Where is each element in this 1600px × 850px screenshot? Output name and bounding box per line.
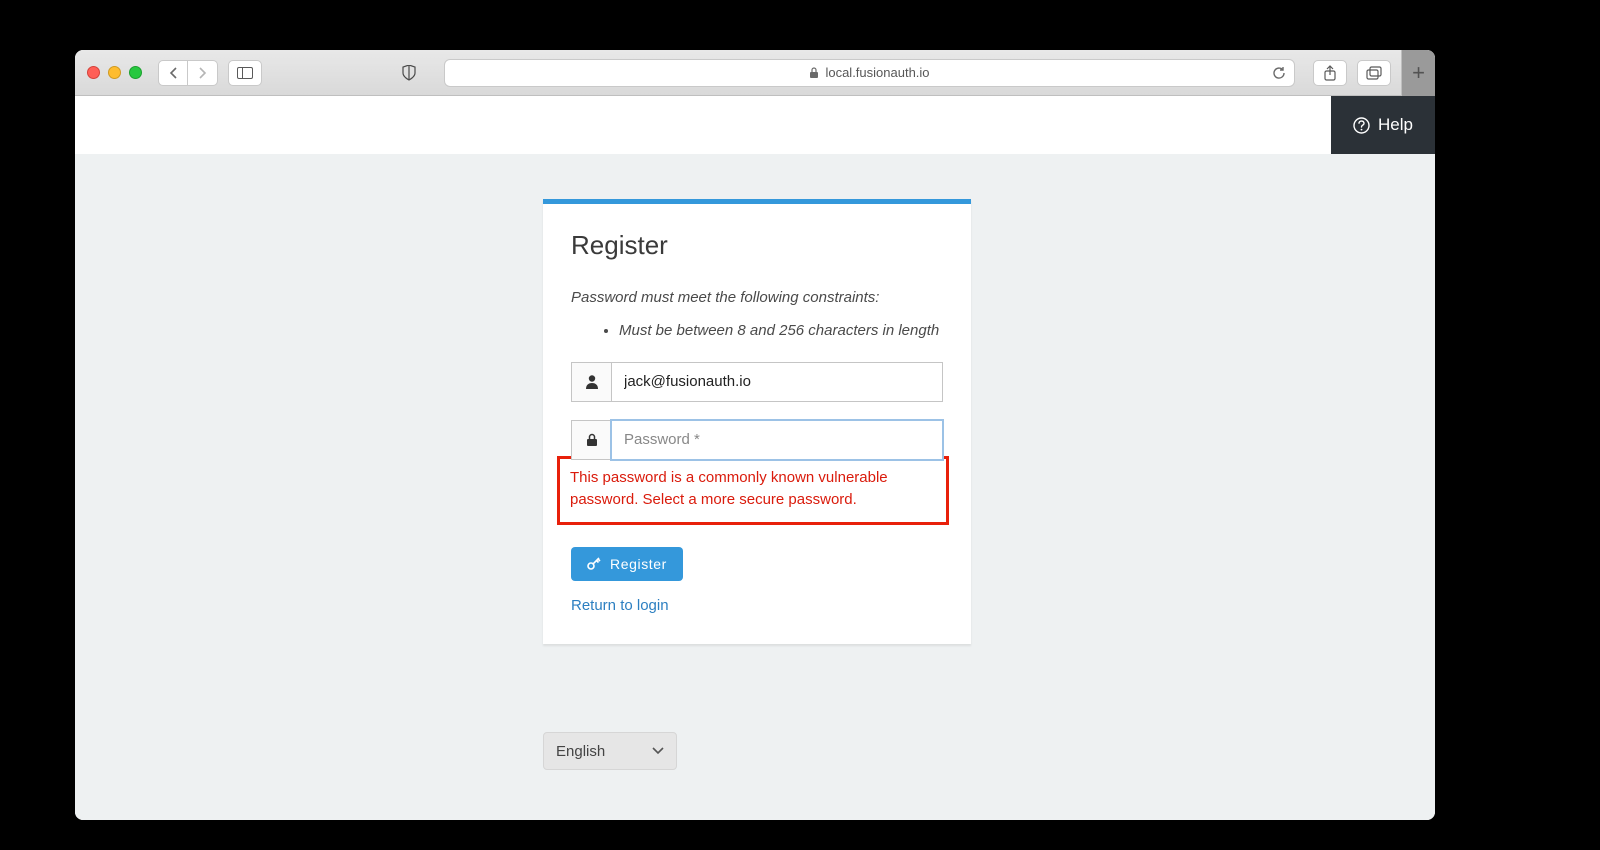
- register-button-label: Register: [610, 556, 667, 572]
- tabs-icon: [1366, 66, 1382, 80]
- password-constraint-item: Must be between 8 and 256 characters in …: [619, 320, 943, 342]
- reload-button[interactable]: [1272, 66, 1286, 80]
- url-text: local.fusionauth.io: [825, 65, 929, 80]
- key-icon: [587, 557, 602, 571]
- browser-window: local.fusionauth.io + Help Register Pas: [75, 50, 1435, 820]
- register-card: Register Password must meet the followin…: [543, 199, 971, 644]
- privacy-shield-button[interactable]: [392, 60, 426, 86]
- new-tab-button[interactable]: +: [1401, 50, 1435, 96]
- email-input-group: [571, 362, 943, 402]
- window-controls: [87, 66, 142, 79]
- help-label: Help: [1378, 115, 1413, 135]
- shield-icon: [402, 65, 416, 81]
- help-icon: [1353, 117, 1370, 134]
- page-content: Help Register Password must meet the fol…: [75, 96, 1435, 820]
- toolbar-right: +: [1313, 50, 1423, 96]
- register-button[interactable]: Register: [571, 547, 683, 581]
- password-constraints-lead: Password must meet the following constra…: [571, 289, 943, 306]
- page-title: Register: [571, 230, 943, 261]
- password-input-group: [571, 420, 943, 460]
- return-to-login-link[interactable]: Return to login: [571, 597, 943, 614]
- sidebar-icon: [237, 67, 253, 79]
- help-button[interactable]: Help: [1331, 96, 1435, 154]
- language-selected-label: English: [556, 743, 605, 760]
- password-error-message: This password is a commonly known vulner…: [557, 456, 949, 526]
- fullscreen-window-button[interactable]: [129, 66, 142, 79]
- reload-icon: [1272, 66, 1286, 80]
- share-button[interactable]: [1313, 60, 1347, 86]
- email-field[interactable]: [611, 362, 943, 402]
- tabs-button[interactable]: [1357, 60, 1391, 86]
- url-bar[interactable]: local.fusionauth.io: [444, 59, 1295, 87]
- share-icon: [1323, 65, 1337, 81]
- plus-icon: +: [1412, 60, 1425, 86]
- nav-buttons: [158, 60, 218, 86]
- minimize-window-button[interactable]: [108, 66, 121, 79]
- email-addon: [571, 362, 611, 402]
- password-addon: [571, 420, 611, 460]
- language-selector[interactable]: English: [543, 732, 677, 770]
- forward-button[interactable]: [188, 60, 218, 86]
- chevron-right-icon: [198, 67, 207, 79]
- user-icon: [585, 374, 599, 389]
- password-constraints-list: Must be between 8 and 256 characters in …: [571, 320, 943, 342]
- sidebar-toggle-button[interactable]: [228, 60, 262, 86]
- lock-icon: [809, 67, 819, 79]
- password-field[interactable]: [611, 420, 943, 460]
- chevron-left-icon: [169, 67, 178, 79]
- back-button[interactable]: [158, 60, 188, 86]
- lock-icon: [586, 433, 598, 447]
- close-window-button[interactable]: [87, 66, 100, 79]
- browser-toolbar: local.fusionauth.io +: [75, 50, 1435, 96]
- chevron-down-icon: [652, 747, 664, 755]
- app-topbar: [75, 96, 1435, 154]
